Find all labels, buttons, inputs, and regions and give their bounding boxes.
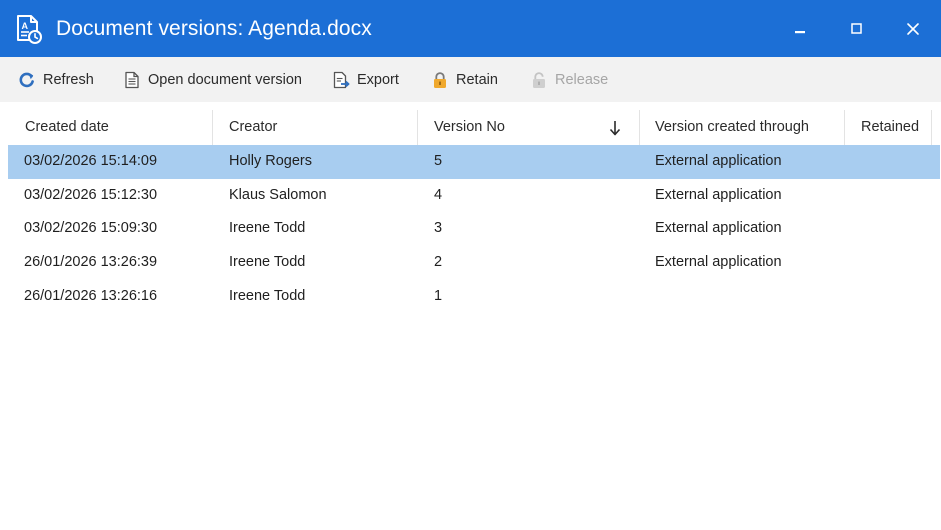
document-icon xyxy=(123,71,141,89)
close-button[interactable] xyxy=(898,12,928,46)
cell-created-date: 03/02/2026 15:12:30 xyxy=(24,186,158,203)
export-icon xyxy=(332,71,350,89)
cell-version-created-through: External application xyxy=(655,186,782,203)
release-label: Release xyxy=(555,71,609,88)
cell-creator: Ireene Todd xyxy=(229,220,306,237)
grid-header: Created date Creator Version No Version … xyxy=(8,110,932,145)
maximize-button[interactable] xyxy=(842,12,872,46)
window-title: Document versions: Agenda.docx xyxy=(56,17,372,40)
refresh-button[interactable]: Refresh xyxy=(18,57,94,102)
close-icon xyxy=(907,23,919,35)
document-versions-icon: A xyxy=(15,14,43,44)
refresh-icon xyxy=(18,71,36,89)
cell-creator: Ireene Todd xyxy=(229,254,306,271)
lock-icon xyxy=(431,71,449,89)
table-row[interactable]: 26/01/2026 13:26:39 Ireene Todd 2 Extern… xyxy=(8,246,940,280)
versions-table: 03/02/2026 15:14:09 Holly Rogers 5 Exter… xyxy=(8,145,940,313)
column-divider[interactable] xyxy=(417,110,418,145)
minimize-button[interactable] xyxy=(785,12,815,46)
retain-button[interactable]: Retain xyxy=(431,57,498,102)
column-header-retained[interactable]: Retained xyxy=(861,110,919,145)
cell-created-date: 03/02/2026 15:09:30 xyxy=(24,220,158,237)
cell-version-no: 2 xyxy=(434,254,443,271)
refresh-label: Refresh xyxy=(43,71,94,88)
cell-creator: Klaus Salomon xyxy=(229,186,327,203)
title-bar: A Document versions: Agenda.docx xyxy=(0,0,941,57)
cell-version-no: 1 xyxy=(434,287,443,304)
column-header-creator[interactable]: Creator xyxy=(229,110,277,145)
sort-descending-icon xyxy=(608,119,622,137)
svg-text:A: A xyxy=(22,21,29,31)
cell-version-created-through: External application xyxy=(655,254,782,271)
release-button[interactable]: Release xyxy=(530,57,608,102)
table-row[interactable]: 03/02/2026 15:12:30 Klaus Salomon 4 Exte… xyxy=(8,179,940,213)
cell-created-date: 03/02/2026 15:14:09 xyxy=(24,153,158,169)
column-divider[interactable] xyxy=(212,110,213,145)
cell-version-no: 3 xyxy=(434,220,443,237)
cell-created-date: 26/01/2026 13:26:39 xyxy=(24,254,158,271)
open-document-version-label: Open document version xyxy=(148,71,302,88)
cell-version-no: 5 xyxy=(434,153,443,169)
cell-version-created-through: External application xyxy=(655,153,782,169)
table-row[interactable]: 03/02/2026 15:14:09 Holly Rogers 5 Exter… xyxy=(8,145,940,179)
table-row[interactable]: 26/01/2026 13:26:16 Ireene Todd 1 xyxy=(8,280,940,314)
export-button[interactable]: Export xyxy=(332,57,399,102)
open-document-version-button[interactable]: Open document version xyxy=(123,57,302,102)
retain-label: Retain xyxy=(456,71,498,88)
maximize-icon xyxy=(851,23,862,34)
table-row[interactable]: 03/02/2026 15:09:30 Ireene Todd 3 Extern… xyxy=(8,212,940,246)
export-label: Export xyxy=(357,71,399,88)
minimize-icon xyxy=(795,31,805,34)
cell-created-date: 26/01/2026 13:26:16 xyxy=(24,287,158,304)
toolbar: Refresh Open document version Export Ret… xyxy=(0,57,941,102)
column-divider[interactable] xyxy=(931,110,932,145)
unlock-icon xyxy=(530,71,548,89)
document-versions-window: A Document versions: Agenda.docx Refresh… xyxy=(0,0,941,530)
column-header-created-date[interactable]: Created date xyxy=(25,110,109,145)
column-divider[interactable] xyxy=(844,110,845,145)
cell-version-created-through: External application xyxy=(655,220,782,237)
column-divider[interactable] xyxy=(639,110,640,145)
cell-creator: Holly Rogers xyxy=(229,153,312,169)
cell-creator: Ireene Todd xyxy=(229,287,306,304)
cell-version-no: 4 xyxy=(434,186,443,203)
column-header-version-created-through[interactable]: Version created through xyxy=(655,110,809,145)
